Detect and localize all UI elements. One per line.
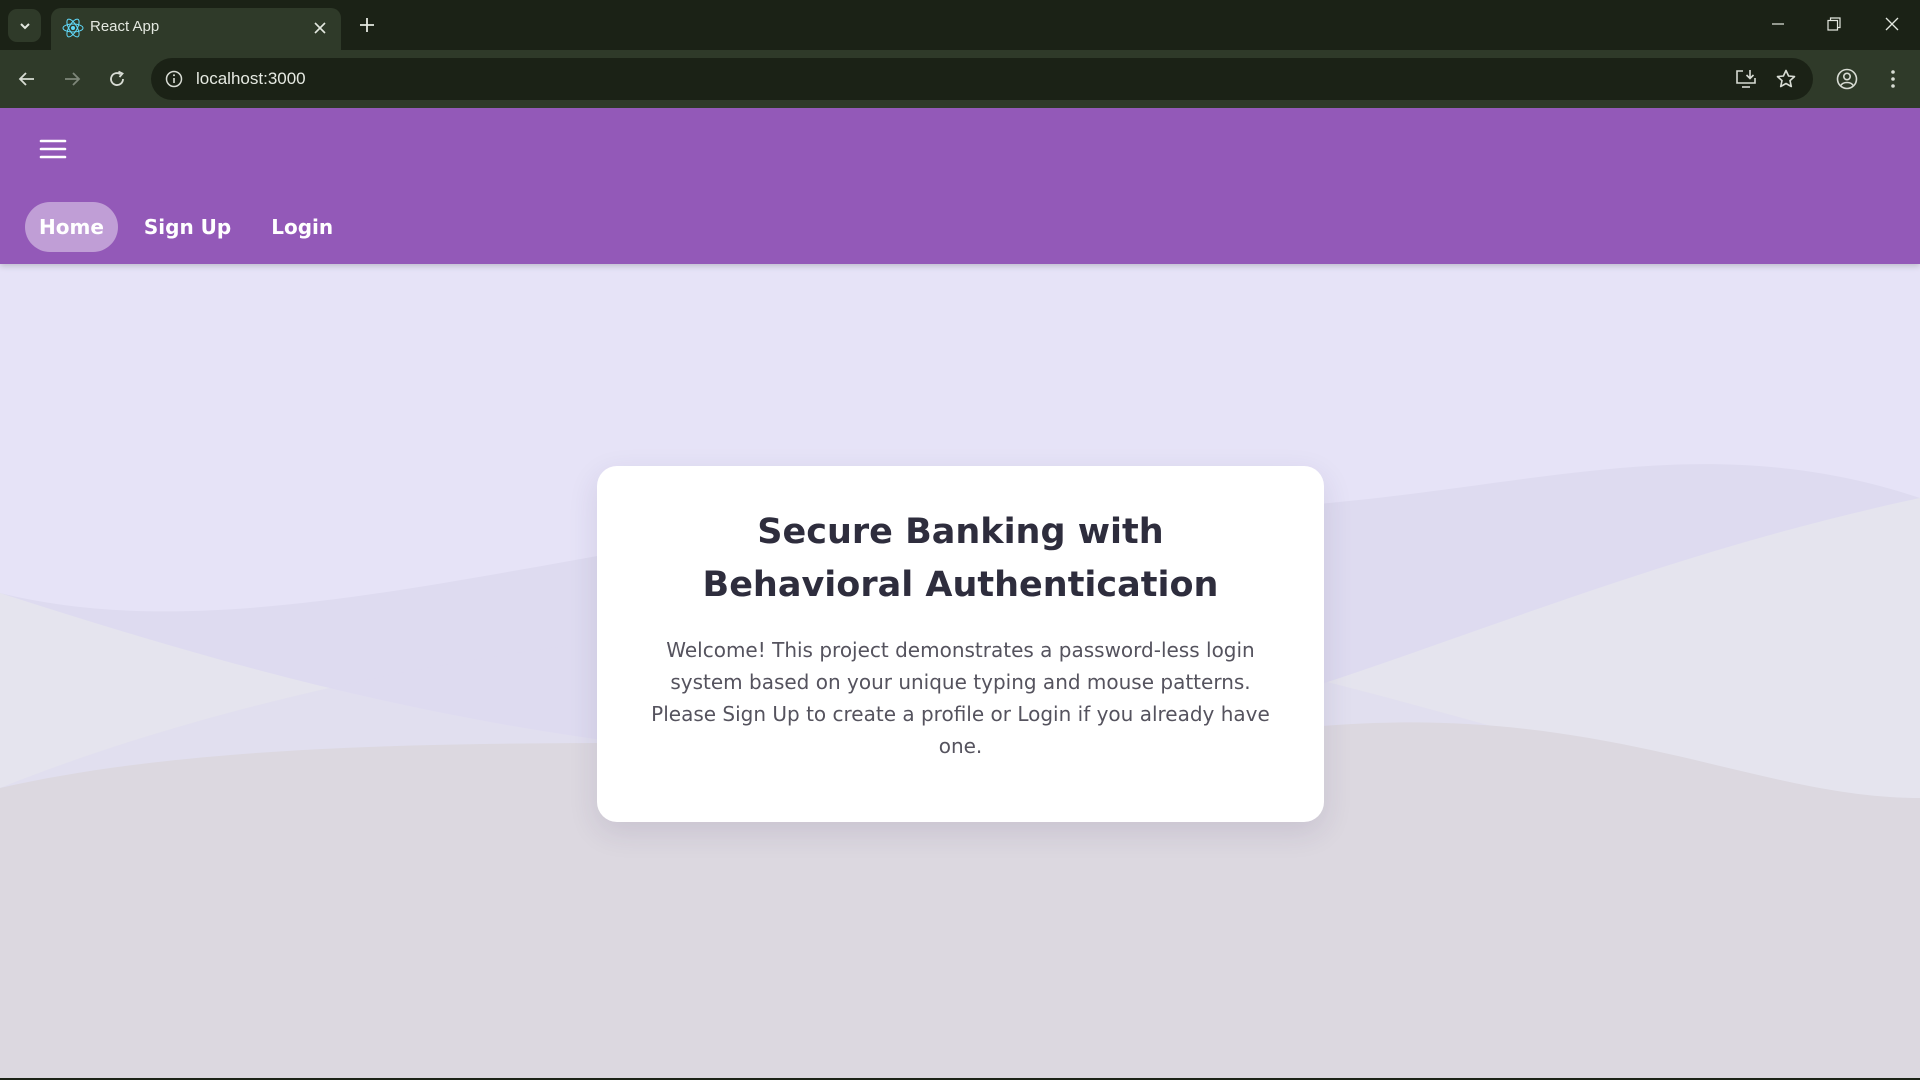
close-icon <box>1885 17 1899 31</box>
profile-icon <box>1836 68 1858 90</box>
hamburger-menu-icon <box>39 139 67 159</box>
close-icon <box>314 22 326 34</box>
tab-title: React App <box>90 18 160 35</box>
browser-tab[interactable]: React App <box>51 8 341 50</box>
browser-toolbar: localhost:3000 <box>0 50 1920 108</box>
tab-search-icon <box>19 22 30 29</box>
restore-button[interactable] <box>1806 0 1862 48</box>
bookmark-button[interactable] <box>1773 66 1799 92</box>
url-text: localhost:3000 <box>196 69 306 88</box>
react-favicon-icon <box>62 18 84 38</box>
more-vert-icon <box>1891 70 1895 88</box>
hamburger-menu-button[interactable] <box>34 130 72 168</box>
site-info-button[interactable] <box>161 66 187 92</box>
profile-button[interactable] <box>1830 62 1864 96</box>
nav-login-link[interactable]: Login <box>257 202 347 252</box>
reload-icon <box>110 70 124 86</box>
back-button[interactable] <box>10 62 44 96</box>
minimize-icon <box>1772 23 1784 25</box>
minimize-button[interactable] <box>1750 0 1806 48</box>
install-app-button[interactable] <box>1733 66 1759 92</box>
forward-arrow-icon <box>65 72 81 86</box>
welcome-card: Secure Banking with Behavioral Authentic… <box>597 466 1324 822</box>
tab-close-button[interactable] <box>307 15 333 41</box>
browser-menu-button[interactable] <box>1876 62 1910 96</box>
new-tab-button[interactable] <box>352 10 382 40</box>
close-window-button[interactable] <box>1864 0 1920 48</box>
nav-home-link[interactable]: Home <box>25 202 118 252</box>
reload-button[interactable] <box>100 62 134 96</box>
address-bar[interactable]: localhost:3000 <box>151 58 1813 100</box>
star-icon <box>1776 69 1796 88</box>
app-header: Home Sign Up Login <box>0 108 1920 264</box>
main-nav: Home Sign Up Login <box>25 202 347 252</box>
welcome-title: Secure Banking with Behavioral Authentic… <box>702 512 1219 605</box>
tab-search-button[interactable] <box>8 9 41 42</box>
welcome-text: Welcome! This project demonstrates a pas… <box>651 638 1270 758</box>
page: Home Sign Up Login Secure Banking with B… <box>0 108 1920 1078</box>
plus-icon <box>360 18 374 32</box>
install-app-icon <box>1736 70 1756 88</box>
forward-button[interactable] <box>55 62 89 96</box>
nav-signup-link[interactable]: Sign Up <box>130 202 245 252</box>
back-arrow-icon <box>18 72 34 86</box>
browser-tab-bar: React App <box>0 0 1920 50</box>
info-icon <box>165 70 183 88</box>
restore-icon <box>1827 17 1841 31</box>
